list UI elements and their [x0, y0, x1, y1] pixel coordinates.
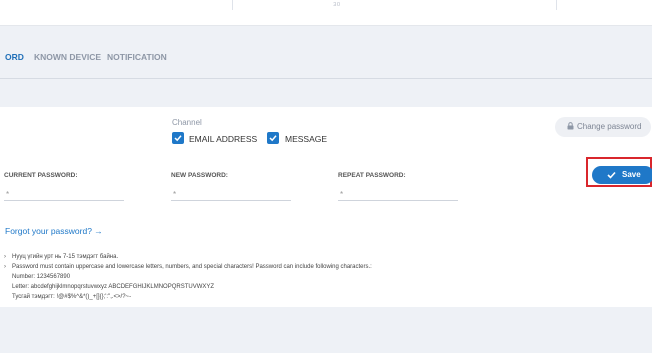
check-icon: [269, 135, 277, 142]
header-sliver-text: ₃₀: [333, 0, 341, 7]
rule-special-characters: Тусгай тэмдэгт: !@#$%^&*()_+[]{};':",.<>…: [12, 294, 132, 300]
email-checkbox[interactable]: [172, 132, 184, 144]
tab-known-device[interactable]: KNOWN DEVICE: [34, 52, 101, 62]
tab-notification[interactable]: NOTIFICATION: [107, 52, 167, 62]
header-divider: [556, 0, 557, 10]
rule-length: Нууц үгийн урт нь 7-15 тэмдэгт байна.: [12, 254, 119, 260]
new-password-label: NEW PASSWORD:: [171, 172, 228, 179]
check-icon: [607, 171, 616, 179]
repeat-password-label: REPEAT PASSWORD:: [338, 172, 406, 179]
email-checkbox-label: EMAIL ADDRESS: [189, 134, 258, 144]
rule-letters: Letter: abcdefghijklmnopqrstuvwxyz ABCDE…: [12, 284, 215, 290]
lock-icon: [567, 122, 574, 130]
message-checkbox[interactable]: [267, 132, 279, 144]
rule-numbers: Number: 1234567890: [12, 274, 71, 280]
header-divider: [232, 0, 233, 10]
tab-password[interactable]: ORD: [5, 52, 24, 62]
change-password-button[interactable]: Change password: [555, 117, 651, 137]
message-checkbox-label: MESSAGE: [285, 134, 328, 144]
top-bar: ₃₀: [0, 0, 652, 26]
rule-requirements: Password must contain uppercase and lowe…: [12, 264, 372, 270]
bullet-icon: ›: [4, 264, 6, 270]
tab-divider: [0, 78, 652, 79]
current-password-field[interactable]: [4, 189, 124, 201]
bullet-icon: ›: [4, 254, 6, 260]
save-button[interactable]: Save: [592, 166, 652, 184]
forgot-password-link[interactable]: Forgot your password? →: [5, 226, 103, 236]
change-password-label: Change password: [577, 122, 642, 131]
save-label: Save: [622, 170, 641, 179]
new-password-field[interactable]: [171, 189, 291, 201]
repeat-password-field[interactable]: [338, 189, 458, 201]
page-background: [0, 307, 652, 353]
channel-label: Channel: [172, 118, 202, 127]
current-password-label: CURRENT PASSWORD:: [4, 172, 78, 179]
check-icon: [174, 135, 182, 142]
